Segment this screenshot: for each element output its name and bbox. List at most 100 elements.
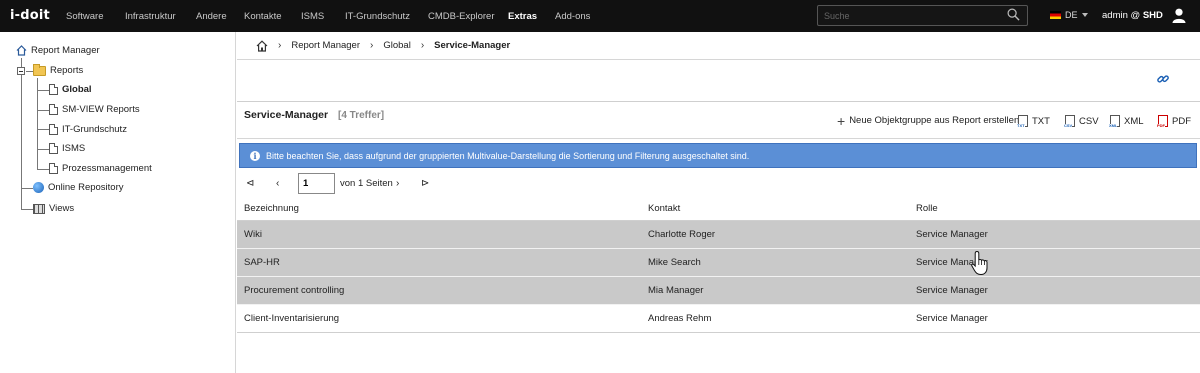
tree-label: Views bbox=[49, 203, 75, 214]
tree-isms[interactable]: ISMS bbox=[49, 143, 85, 154]
csv-file-icon: CSV bbox=[1064, 115, 1075, 128]
column-header-kontakt[interactable]: Kontakt bbox=[648, 203, 680, 214]
plus-icon: + bbox=[837, 112, 846, 129]
export-pdf-button[interactable]: PDF PDF bbox=[1157, 115, 1191, 128]
column-header-rolle[interactable]: Rolle bbox=[916, 203, 938, 214]
export-pdf-label: PDF bbox=[1172, 115, 1191, 127]
cell-bezeichnung: Wiki bbox=[244, 229, 262, 240]
collapse-toggle[interactable] bbox=[17, 67, 25, 75]
link-icon[interactable] bbox=[1156, 72, 1170, 86]
language-label: DE bbox=[1065, 10, 1078, 20]
tree-label: Reports bbox=[50, 65, 84, 76]
cell-rolle: Service Manager bbox=[916, 285, 988, 296]
tree-line bbox=[37, 78, 38, 170]
breadcrumb: › Report Manager › Global › Service-Mana… bbox=[237, 32, 1200, 60]
tree-line bbox=[37, 110, 49, 111]
first-page-button[interactable]: ⊲ bbox=[246, 178, 254, 189]
language-selector[interactable]: DE bbox=[1050, 10, 1088, 20]
cell-kontakt: Andreas Rehm bbox=[648, 313, 712, 324]
tree-label: Prozessmanagement bbox=[62, 163, 152, 174]
nav-kontakte[interactable]: Kontakte bbox=[244, 11, 282, 22]
pagination: ⊲ ‹ von 1 Seiten › ⊳ bbox=[237, 172, 537, 196]
next-page-button[interactable]: › bbox=[396, 178, 399, 189]
folder-icon bbox=[33, 63, 46, 76]
nav-infrastruktur[interactable]: Infrastruktur bbox=[125, 11, 176, 22]
tree-line bbox=[37, 90, 49, 91]
tree-views[interactable]: Views bbox=[33, 203, 74, 214]
tree-it-grundschutz[interactable]: IT-Grundschutz bbox=[49, 124, 127, 135]
nav-add-ons[interactable]: Add-ons bbox=[555, 11, 590, 22]
search-icon[interactable] bbox=[1007, 8, 1020, 21]
search-input[interactable] bbox=[817, 5, 1028, 26]
cell-rolle: Service Manager bbox=[916, 229, 988, 240]
cell-rolle: Service Manager bbox=[916, 257, 988, 268]
new-object-group-label: Neue Objektgruppe aus Report erstellen bbox=[849, 115, 1020, 126]
nav-it-grundschutz[interactable]: IT-Grundschutz bbox=[345, 11, 410, 22]
report-table: Bezeichnung Kontakt Rolle Wiki Charlotte… bbox=[237, 197, 1200, 333]
user-icon[interactable] bbox=[1172, 8, 1186, 23]
report-tree: Report Manager Reports Global SM-VIEW Re… bbox=[0, 32, 236, 373]
nav-cmdb-explorer[interactable]: CMDB-Explorer bbox=[428, 11, 495, 22]
tree-global[interactable]: Global bbox=[49, 84, 92, 95]
info-message: i Bitte beachten Sie, dass aufgrund der … bbox=[239, 143, 1197, 168]
tree-reports[interactable]: Reports bbox=[33, 63, 84, 76]
report-hit-count: [4 Treffer] bbox=[338, 110, 385, 121]
i-doit-logo[interactable]: i-doit bbox=[10, 8, 50, 23]
export-txt-button[interactable]: TXT TXT bbox=[1017, 115, 1050, 128]
table-row[interactable]: Wiki Charlotte Roger Service Manager bbox=[237, 221, 1200, 249]
nav-andere[interactable]: Andere bbox=[196, 11, 227, 22]
tree-line bbox=[26, 71, 33, 72]
views-icon bbox=[33, 203, 45, 214]
tree-prozessmanagement[interactable]: Prozessmanagement bbox=[49, 163, 152, 174]
chevron-right-icon: › bbox=[370, 40, 374, 51]
column-header-bezeichnung[interactable]: Bezeichnung bbox=[244, 203, 299, 214]
tree-line bbox=[21, 188, 33, 189]
breadcrumb-service-manager: Service-Manager bbox=[434, 40, 511, 51]
home-icon bbox=[16, 45, 27, 56]
table-row[interactable]: SAP-HR Mike Search Service Manager bbox=[237, 249, 1200, 277]
report-page-icon bbox=[49, 124, 58, 135]
tree-report-manager[interactable]: Report Manager bbox=[16, 45, 100, 56]
page-number-input[interactable] bbox=[298, 173, 335, 194]
table-row[interactable]: Client-Inventarisierung Andreas Rehm Ser… bbox=[237, 305, 1200, 333]
pdf-file-icon: PDF bbox=[1157, 115, 1168, 128]
table-row[interactable]: Procurement controlling Mia Manager Serv… bbox=[237, 277, 1200, 305]
globe-icon bbox=[33, 182, 44, 193]
report-page-icon bbox=[49, 84, 58, 95]
top-navigation-bar: i-doit Software Infrastruktur Andere Kon… bbox=[0, 0, 1200, 32]
home-icon[interactable] bbox=[256, 39, 268, 52]
user-name: admin @ bbox=[1102, 10, 1143, 21]
tree-sm-view-reports[interactable]: SM-VIEW Reports bbox=[49, 104, 140, 115]
cell-rolle: Service Manager bbox=[916, 313, 988, 324]
breadcrumb-report-manager[interactable]: Report Manager bbox=[291, 40, 360, 51]
user-menu[interactable]: admin @ SHD bbox=[1102, 10, 1163, 21]
new-object-group-button[interactable]: + Neue Objektgruppe aus Report erstellen bbox=[837, 112, 1020, 129]
export-txt-label: TXT bbox=[1032, 115, 1050, 127]
cell-kontakt: Mia Manager bbox=[648, 285, 704, 296]
export-xml-button[interactable]: XML XML bbox=[1109, 115, 1144, 128]
cell-kontakt: Mike Search bbox=[648, 257, 701, 268]
cell-bezeichnung: Procurement controlling bbox=[244, 285, 345, 296]
report-header: Service-Manager [4 Treffer] + Neue Objek… bbox=[237, 103, 1200, 139]
tree-online-repository[interactable]: Online Repository bbox=[33, 182, 124, 193]
last-page-button[interactable]: ⊳ bbox=[421, 178, 429, 189]
tree-line bbox=[37, 149, 49, 150]
tree-label: IT-Grundschutz bbox=[62, 124, 127, 135]
export-csv-label: CSV bbox=[1079, 115, 1099, 127]
main-content: › Report Manager › Global › Service-Mana… bbox=[237, 32, 1200, 373]
export-xml-label: XML bbox=[1124, 115, 1144, 127]
tree-line bbox=[21, 209, 33, 210]
table-header: Bezeichnung Kontakt Rolle bbox=[237, 197, 1200, 221]
nav-extras[interactable]: Extras bbox=[508, 11, 537, 22]
tree-label: Report Manager bbox=[31, 45, 100, 56]
nav-software[interactable]: Software bbox=[66, 11, 104, 22]
chevron-down-icon bbox=[1081, 13, 1088, 17]
nav-isms[interactable]: ISMS bbox=[301, 11, 324, 22]
chevron-right-icon: › bbox=[278, 40, 282, 51]
chevron-right-icon: › bbox=[420, 40, 425, 51]
previous-page-button[interactable]: ‹ bbox=[276, 178, 279, 189]
export-csv-button[interactable]: CSV CSV bbox=[1064, 115, 1099, 128]
breadcrumb-global[interactable]: Global bbox=[383, 40, 410, 51]
german-flag-icon bbox=[1050, 11, 1061, 19]
tree-line bbox=[37, 169, 49, 170]
